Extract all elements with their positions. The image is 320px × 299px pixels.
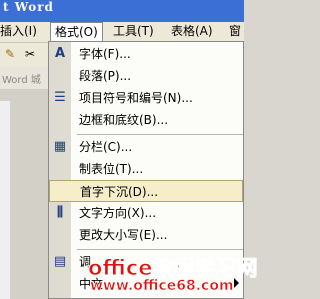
menu-item-label: 更改大小写(E)... [79, 228, 168, 242]
menu-item-change-case[interactable]: 更改大小写(E)... [49, 224, 243, 246]
text-direction-icon: ⫼ [57, 205, 63, 220]
menu-item-label: 文字方向(X)... [79, 206, 157, 220]
menu-item-drop-cap[interactable]: 首字下沉(D)... [49, 180, 243, 202]
menu-item-label: 首字下沉(D)... [80, 185, 159, 199]
font-A-icon: A [54, 46, 66, 61]
standard-toolbar: ✎ ✂ [0, 43, 48, 67]
watermark-url: www.office68.com [90, 278, 234, 295]
columns-icon: ▦ [53, 139, 67, 154]
menu-tools[interactable]: 工具(T) [113, 22, 154, 41]
menu-window[interactable]: 窗 [229, 22, 241, 41]
menu-bar: 插入(I) 格式(O) 工具(T) 表格(A) 窗 [0, 22, 244, 43]
menu-format[interactable]: 格式(O) [50, 22, 103, 41]
ruler: Word 城 [0, 67, 48, 89]
menu-table[interactable]: 表格(A) [171, 22, 213, 41]
menu-item-label: 字体(F)... [79, 47, 131, 61]
menu-item-bullets[interactable]: ☰ 项目符号和编号(N)... [49, 87, 243, 109]
menu-separator [77, 249, 243, 250]
menu-item-label: 项目符号和编号(N)... [79, 91, 193, 105]
menu-item-label: 分栏(C)... [79, 140, 133, 154]
cut-icon[interactable]: ✂ [22, 46, 38, 62]
title-bar: t Word [0, 0, 244, 22]
menu-item-tabs[interactable]: 制表位(T)... [49, 158, 243, 180]
menu-item-columns[interactable]: ▦ 分栏(C)... [49, 136, 243, 158]
window-title: t Word [3, 0, 54, 14]
watermark: office教程学习网 www.office68.com [84, 252, 259, 299]
menu-item-label: 边框和底纹(B)... [79, 113, 169, 127]
menu-item-label: 制表位(T)... [79, 162, 144, 176]
menu-separator [77, 134, 243, 135]
adjust-icon: ▤ [53, 254, 67, 269]
page-edge [0, 101, 10, 299]
document-area [0, 89, 48, 299]
menu-item-text-direction[interactable]: ⫼ 文字方向(X)... [49, 202, 243, 224]
menu-item-borders[interactable]: 边框和底纹(B)... [49, 109, 243, 131]
research-icon[interactable]: ✎ [2, 46, 18, 62]
ruler-text: Word 城 [2, 75, 41, 86]
menu-insert[interactable]: 插入(I) [0, 22, 37, 41]
menu-item-label: 段落(P)... [79, 69, 132, 83]
menu-item-paragraph[interactable]: 段落(P)... [49, 65, 243, 87]
bullets-icon: ☰ [54, 90, 66, 105]
menu-item-font[interactable]: A 字体(F)... [49, 43, 243, 65]
